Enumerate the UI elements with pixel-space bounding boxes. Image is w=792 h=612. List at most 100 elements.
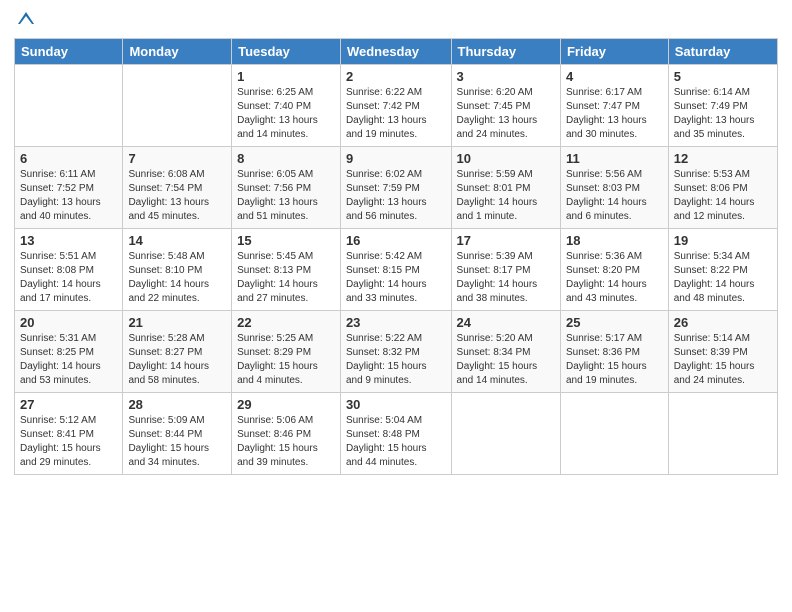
calendar-cell [15, 65, 123, 147]
header [14, 10, 778, 30]
day-info: Sunrise: 5:56 AM Sunset: 8:03 PM Dayligh… [566, 168, 663, 224]
calendar-cell: 22 Sunrise: 5:25 AM Sunset: 8:29 PM Dayli… [232, 311, 341, 393]
day-number: 14 [128, 233, 226, 248]
calendar-cell [668, 393, 777, 475]
calendar-cell: 28 Sunrise: 5:09 AM Sunset: 8:44 PM Dayli… [123, 393, 232, 475]
calendar-cell: 6 Sunrise: 6:11 AM Sunset: 7:52 PM Daylig… [15, 147, 123, 229]
week-row-2: 6 Sunrise: 6:11 AM Sunset: 7:52 PM Daylig… [15, 147, 778, 229]
day-info: Sunrise: 6:20 AM Sunset: 7:45 PM Dayligh… [457, 86, 555, 142]
day-number: 2 [346, 69, 446, 84]
day-info: Sunrise: 5:48 AM Sunset: 8:10 PM Dayligh… [128, 250, 226, 306]
calendar-cell: 17 Sunrise: 5:39 AM Sunset: 8:17 PM Dayli… [451, 229, 560, 311]
day-number: 22 [237, 315, 335, 330]
calendar-cell: 5Sunrise: 6:14 AM Sunset: 7:49 PM Daylig… [668, 65, 777, 147]
day-number: 11 [566, 151, 663, 166]
week-row-1: 1 Sunrise: 6:25 AM Sunset: 7:40 PM Daylig… [15, 65, 778, 147]
day-number: 28 [128, 397, 226, 412]
day-number: 27 [20, 397, 117, 412]
day-info: Sunrise: 5:22 AM Sunset: 8:32 PM Dayligh… [346, 332, 446, 388]
calendar-cell: 11 Sunrise: 5:56 AM Sunset: 8:03 PM Dayli… [560, 147, 668, 229]
day-info: Sunrise: 6:22 AM Sunset: 7:42 PM Dayligh… [346, 86, 446, 142]
calendar-cell: 9 Sunrise: 6:02 AM Sunset: 7:59 PM Daylig… [340, 147, 451, 229]
calendar-cell: 16Sunrise: 5:42 AM Sunset: 8:15 PM Dayli… [340, 229, 451, 311]
day-info: Sunrise: 5:28 AM Sunset: 8:27 PM Dayligh… [128, 332, 226, 388]
calendar-cell: 18 Sunrise: 5:36 AM Sunset: 8:20 PM Dayli… [560, 229, 668, 311]
week-row-5: 27 Sunrise: 5:12 AM Sunset: 8:41 PM Dayli… [15, 393, 778, 475]
week-row-3: 13 Sunrise: 5:51 AM Sunset: 8:08 PM Dayli… [15, 229, 778, 311]
day-number: 26 [674, 315, 772, 330]
day-number: 25 [566, 315, 663, 330]
day-number: 7 [128, 151, 226, 166]
day-info: Sunrise: 5:39 AM Sunset: 8:17 PM Dayligh… [457, 250, 555, 306]
day-info: Sunrise: 5:51 AM Sunset: 8:08 PM Dayligh… [20, 250, 117, 306]
day-info: Sunrise: 5:14 AM Sunset: 8:39 PM Dayligh… [674, 332, 772, 388]
weekday-header-row: SundayMondayTuesdayWednesdayThursdayFrid… [15, 39, 778, 65]
calendar-table: SundayMondayTuesdayWednesdayThursdayFrid… [14, 38, 778, 475]
weekday-sunday: Sunday [15, 39, 123, 65]
day-info: Sunrise: 6:11 AM Sunset: 7:52 PM Dayligh… [20, 168, 117, 224]
day-info: Sunrise: 6:08 AM Sunset: 7:54 PM Dayligh… [128, 168, 226, 224]
day-number: 13 [20, 233, 117, 248]
calendar-cell: 13 Sunrise: 5:51 AM Sunset: 8:08 PM Dayli… [15, 229, 123, 311]
calendar-cell: 8Sunrise: 6:05 AM Sunset: 7:56 PM Daylig… [232, 147, 341, 229]
day-number: 29 [237, 397, 335, 412]
day-number: 10 [457, 151, 555, 166]
day-number: 6 [20, 151, 117, 166]
calendar-cell: 14 Sunrise: 5:48 AM Sunset: 8:10 PM Dayli… [123, 229, 232, 311]
calendar-cell: 27 Sunrise: 5:12 AM Sunset: 8:41 PM Dayli… [15, 393, 123, 475]
calendar-cell: 4 Sunrise: 6:17 AM Sunset: 7:47 PM Daylig… [560, 65, 668, 147]
day-info: Sunrise: 6:17 AM Sunset: 7:47 PM Dayligh… [566, 86, 663, 142]
day-info: Sunrise: 5:36 AM Sunset: 8:20 PM Dayligh… [566, 250, 663, 306]
day-number: 19 [674, 233, 772, 248]
calendar-cell: 26 Sunrise: 5:14 AM Sunset: 8:39 PM Dayli… [668, 311, 777, 393]
calendar-cell: 23 Sunrise: 5:22 AM Sunset: 8:32 PM Dayli… [340, 311, 451, 393]
day-number: 17 [457, 233, 555, 248]
calendar-cell: 25 Sunrise: 5:17 AM Sunset: 8:36 PM Dayli… [560, 311, 668, 393]
logo [14, 10, 36, 30]
day-info: Sunrise: 6:02 AM Sunset: 7:59 PM Dayligh… [346, 168, 446, 224]
page: SundayMondayTuesdayWednesdayThursdayFrid… [0, 0, 792, 612]
weekday-thursday: Thursday [451, 39, 560, 65]
weekday-wednesday: Wednesday [340, 39, 451, 65]
calendar-cell: 19 Sunrise: 5:34 AM Sunset: 8:22 PM Dayli… [668, 229, 777, 311]
day-info: Sunrise: 5:17 AM Sunset: 8:36 PM Dayligh… [566, 332, 663, 388]
day-number: 8 [237, 151, 335, 166]
calendar-cell: 24 Sunrise: 5:20 AM Sunset: 8:34 PM Dayli… [451, 311, 560, 393]
day-info: Sunrise: 5:45 AM Sunset: 8:13 PM Dayligh… [237, 250, 335, 306]
calendar-cell: 2 Sunrise: 6:22 AM Sunset: 7:42 PM Daylig… [340, 65, 451, 147]
day-number: 30 [346, 397, 446, 412]
calendar-cell [560, 393, 668, 475]
day-number: 15 [237, 233, 335, 248]
calendar-cell: 3Sunrise: 6:20 AM Sunset: 7:45 PM Daylig… [451, 65, 560, 147]
day-info: Sunrise: 5:12 AM Sunset: 8:41 PM Dayligh… [20, 414, 117, 470]
day-info: Sunrise: 5:06 AM Sunset: 8:46 PM Dayligh… [237, 414, 335, 470]
week-row-4: 20 Sunrise: 5:31 AM Sunset: 8:25 PM Dayli… [15, 311, 778, 393]
day-number: 18 [566, 233, 663, 248]
day-info: Sunrise: 5:04 AM Sunset: 8:48 PM Dayligh… [346, 414, 446, 470]
calendar-cell: 29 Sunrise: 5:06 AM Sunset: 8:46 PM Dayli… [232, 393, 341, 475]
day-number: 23 [346, 315, 446, 330]
weekday-monday: Monday [123, 39, 232, 65]
day-number: 16 [346, 233, 446, 248]
day-number: 21 [128, 315, 226, 330]
day-number: 20 [20, 315, 117, 330]
day-info: Sunrise: 5:31 AM Sunset: 8:25 PM Dayligh… [20, 332, 117, 388]
calendar-cell: 30 Sunrise: 5:04 AM Sunset: 8:48 PM Dayli… [340, 393, 451, 475]
day-number: 9 [346, 151, 446, 166]
calendar-cell: 1 Sunrise: 6:25 AM Sunset: 7:40 PM Daylig… [232, 65, 341, 147]
weekday-tuesday: Tuesday [232, 39, 341, 65]
weekday-saturday: Saturday [668, 39, 777, 65]
calendar-cell: 15 Sunrise: 5:45 AM Sunset: 8:13 PM Dayli… [232, 229, 341, 311]
day-info: Sunrise: 6:25 AM Sunset: 7:40 PM Dayligh… [237, 86, 335, 142]
day-number: 5 [674, 69, 772, 84]
day-info: Sunrise: 5:09 AM Sunset: 8:44 PM Dayligh… [128, 414, 226, 470]
day-number: 1 [237, 69, 335, 84]
day-number: 4 [566, 69, 663, 84]
logo-icon [16, 10, 36, 30]
day-info: Sunrise: 5:20 AM Sunset: 8:34 PM Dayligh… [457, 332, 555, 388]
day-number: 24 [457, 315, 555, 330]
day-info: Sunrise: 5:34 AM Sunset: 8:22 PM Dayligh… [674, 250, 772, 306]
calendar-cell: 20 Sunrise: 5:31 AM Sunset: 8:25 PM Dayli… [15, 311, 123, 393]
calendar-cell: 21 Sunrise: 5:28 AM Sunset: 8:27 PM Dayli… [123, 311, 232, 393]
day-info: Sunrise: 5:25 AM Sunset: 8:29 PM Dayligh… [237, 332, 335, 388]
